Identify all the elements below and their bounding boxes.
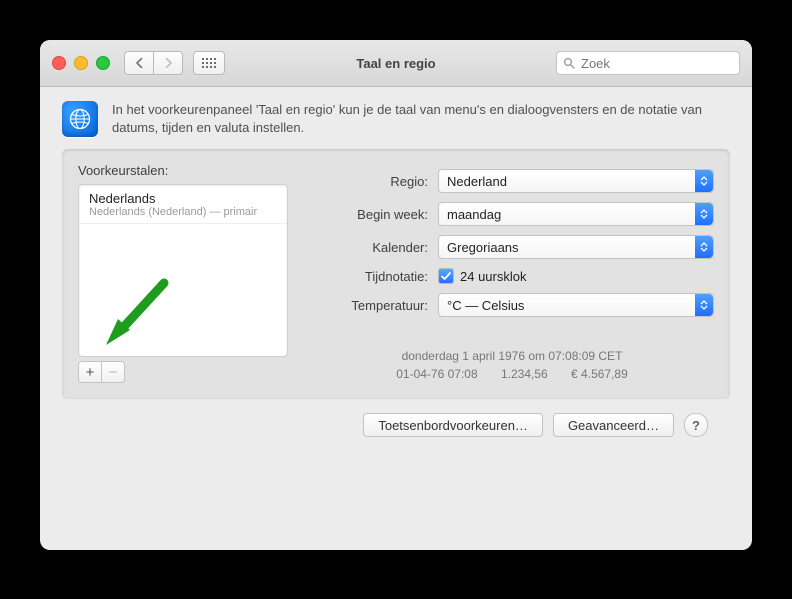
advanced-button[interactable]: Geavanceerd… bbox=[553, 413, 674, 437]
add-remove-group: + − bbox=[78, 361, 288, 383]
calendar-value: Gregoriaans bbox=[447, 240, 519, 255]
temp-select[interactable]: °C — Celsius bbox=[438, 293, 714, 317]
show-all-button[interactable] bbox=[193, 51, 225, 75]
zoom-icon[interactable] bbox=[96, 56, 110, 70]
timefmt-label: Tijdnotatie: bbox=[310, 269, 438, 284]
search-input[interactable] bbox=[579, 55, 752, 72]
languages-column: Voorkeurstalen: Nederlands Nederlands (N… bbox=[78, 163, 288, 383]
content: In het voorkeurenpaneel 'Taal en regio' … bbox=[40, 87, 752, 453]
example-number: 1.234,56 bbox=[501, 365, 548, 383]
week-select[interactable]: maandag bbox=[438, 202, 714, 226]
example-currency: € 4.567,89 bbox=[571, 365, 628, 383]
nav-back-forward bbox=[124, 51, 183, 75]
titlebar: Taal en regio bbox=[40, 40, 752, 87]
format-examples: donderdag 1 april 1976 om 07:08:09 CET 0… bbox=[310, 347, 714, 383]
language-sub: Nederlands (Nederland) — primair bbox=[89, 206, 277, 218]
calendar-label: Kalender: bbox=[310, 240, 438, 255]
chevron-updown-icon bbox=[695, 294, 713, 316]
languages-label: Voorkeurstalen: bbox=[78, 163, 288, 178]
footer: Toetsenbordvoorkeuren… Geavanceerd… ? bbox=[62, 399, 730, 437]
remove-button[interactable]: − bbox=[101, 361, 125, 383]
temp-value: °C — Celsius bbox=[447, 298, 524, 313]
back-button[interactable] bbox=[124, 51, 154, 75]
timefmt-checkbox[interactable] bbox=[438, 268, 454, 284]
search-field[interactable] bbox=[556, 51, 740, 75]
close-icon[interactable] bbox=[52, 56, 66, 70]
week-label: Begin week: bbox=[310, 207, 438, 222]
minimize-icon[interactable] bbox=[74, 56, 88, 70]
list-item[interactable]: Nederlands Nederlands (Nederland) — prim… bbox=[79, 185, 287, 224]
help-button[interactable]: ? bbox=[684, 413, 708, 437]
main-panel: Voorkeurstalen: Nederlands Nederlands (N… bbox=[62, 149, 730, 399]
language-name: Nederlands bbox=[89, 191, 277, 206]
check-icon bbox=[441, 272, 451, 281]
chevron-updown-icon bbox=[695, 236, 713, 258]
region-select[interactable]: Nederland bbox=[438, 169, 714, 193]
prefs-window: Taal en regio In het voorkeurenpaneel 'T… bbox=[40, 40, 752, 550]
timefmt-checkbox-label: 24 uursklok bbox=[460, 269, 526, 284]
region-value: Nederland bbox=[447, 174, 507, 189]
add-button[interactable]: + bbox=[78, 361, 102, 383]
example-long-date: donderdag 1 april 1976 om 07:08:09 CET bbox=[310, 347, 714, 365]
keyboard-prefs-button[interactable]: Toetsenbordvoorkeuren… bbox=[363, 413, 543, 437]
globe-icon bbox=[62, 101, 98, 137]
window-controls bbox=[52, 56, 110, 70]
languages-list[interactable]: Nederlands Nederlands (Nederland) — prim… bbox=[78, 184, 288, 357]
keyboard-prefs-label: Toetsenbordvoorkeuren… bbox=[378, 418, 528, 433]
calendar-select[interactable]: Gregoriaans bbox=[438, 235, 714, 259]
advanced-label: Geavanceerd… bbox=[568, 418, 659, 433]
settings-column: Regio: Nederland Begin week: maanda bbox=[310, 163, 714, 383]
temp-label: Temperatuur: bbox=[310, 298, 438, 313]
chevron-updown-icon bbox=[695, 170, 713, 192]
intro-row: In het voorkeurenpaneel 'Taal en regio' … bbox=[62, 101, 730, 137]
example-short-date: 01-04-76 07:08 bbox=[396, 365, 477, 383]
chevron-updown-icon bbox=[695, 203, 713, 225]
region-label: Regio: bbox=[310, 174, 438, 189]
search-icon bbox=[563, 57, 575, 69]
week-value: maandag bbox=[447, 207, 501, 222]
forward-button[interactable] bbox=[153, 51, 183, 75]
intro-text: In het voorkeurenpaneel 'Taal en regio' … bbox=[112, 101, 730, 136]
